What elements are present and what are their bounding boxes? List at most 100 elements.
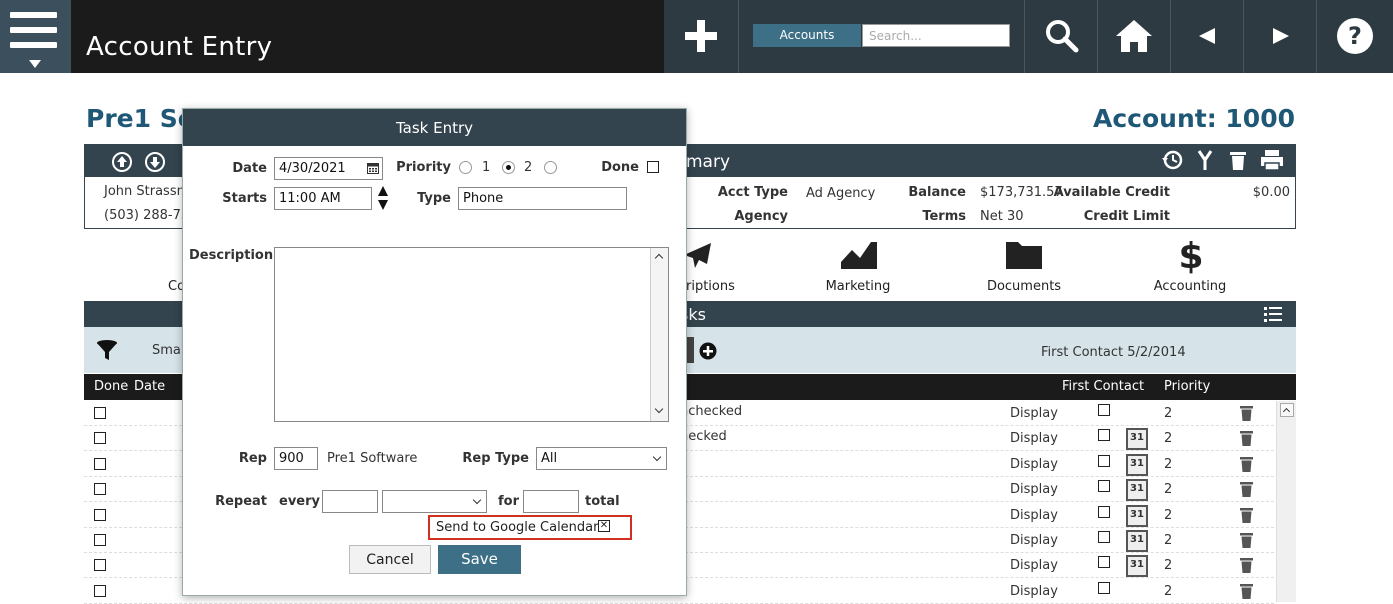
- trash-icon[interactable]: [1240, 532, 1253, 548]
- google-calendar-checkbox[interactable]: ✕: [598, 520, 610, 532]
- google-calendar-option[interactable]: Send to Google Calendar ✕: [428, 515, 632, 540]
- add-button[interactable]: [664, 0, 738, 73]
- first-contact-checkbox[interactable]: [1098, 404, 1110, 416]
- col-first-contact[interactable]: First Contact: [1062, 379, 1144, 394]
- repeat-total-input[interactable]: [523, 490, 579, 513]
- help-button[interactable]: ?: [1316, 0, 1393, 73]
- trash-icon[interactable]: [1240, 456, 1253, 472]
- task-display[interactable]: Display: [1010, 406, 1058, 421]
- time-stepper-icon[interactable]: [377, 185, 389, 211]
- type-input[interactable]: [458, 187, 627, 210]
- done-checkbox[interactable]: [94, 432, 106, 445]
- dialog-title: Task Entry: [183, 109, 686, 146]
- task-display[interactable]: Display: [1010, 558, 1058, 573]
- task-list-scrollbar[interactable]: [1276, 401, 1296, 602]
- priority-radio-2[interactable]: [502, 161, 515, 174]
- chevron-down-icon: [652, 452, 662, 462]
- arrow-up-circle-icon[interactable]: [112, 152, 132, 172]
- trash-icon[interactable]: [1229, 149, 1247, 171]
- date-input[interactable]: [274, 157, 366, 180]
- main-menu-button[interactable]: [0, 0, 71, 73]
- calendar-icon[interactable]: 31: [1126, 428, 1148, 451]
- trash-icon[interactable]: [1240, 405, 1253, 421]
- accounts-filter-button[interactable]: Accounts: [753, 24, 861, 47]
- trash-icon[interactable]: [1240, 557, 1253, 574]
- col-date[interactable]: Date: [134, 379, 165, 394]
- task-display[interactable]: Display: [1010, 457, 1058, 472]
- plus-icon: [685, 20, 717, 52]
- paper-plane-icon[interactable]: [683, 242, 713, 270]
- done-checkbox[interactable]: [94, 483, 106, 496]
- done-checkbox[interactable]: [94, 559, 106, 572]
- first-contact-checkbox[interactable]: [1098, 480, 1110, 493]
- cancel-button[interactable]: Cancel: [349, 545, 431, 574]
- print-icon[interactable]: [1260, 149, 1284, 171]
- task-display[interactable]: Display: [1010, 431, 1058, 446]
- trash-icon[interactable]: [1240, 481, 1253, 498]
- available-credit-value: $0.00: [1252, 185, 1290, 200]
- merge-icon[interactable]: [1196, 149, 1214, 171]
- priority-radio-3[interactable]: [544, 161, 557, 174]
- trash-icon[interactable]: [1240, 430, 1253, 447]
- folder-icon[interactable]: [1005, 238, 1043, 270]
- history-icon[interactable]: [1161, 149, 1183, 171]
- rep-input[interactable]: [274, 447, 318, 470]
- list-icon[interactable]: [1264, 306, 1282, 322]
- description-textarea[interactable]: [274, 247, 669, 422]
- calendar-icon[interactable]: 31: [1126, 453, 1148, 476]
- done-checkbox[interactable]: [647, 161, 659, 173]
- calendar-icon[interactable]: 31: [1126, 555, 1148, 578]
- done-checkbox[interactable]: [94, 407, 106, 419]
- rep-type-select[interactable]: All: [536, 447, 667, 470]
- task-display[interactable]: Display: [1010, 584, 1058, 599]
- done-checkbox[interactable]: [94, 457, 106, 470]
- scroll-up-button[interactable]: [1280, 403, 1294, 417]
- nav-accounting-label[interactable]: Accounting: [1150, 279, 1230, 294]
- chart-icon[interactable]: [840, 238, 878, 270]
- starts-time-input[interactable]: [274, 187, 372, 210]
- nav-subscriptions-label[interactable]: riptions: [686, 279, 746, 294]
- done-checkbox[interactable]: [94, 534, 106, 546]
- top-bar: Account Entry ? Accounts Search...: [0, 0, 1393, 73]
- search-button[interactable]: [1024, 0, 1097, 73]
- repeat-unit-select[interactable]: [382, 490, 487, 513]
- trash-icon[interactable]: [1240, 507, 1253, 523]
- first-contact-checkbox[interactable]: [1098, 429, 1110, 442]
- chevron-down-icon: [29, 60, 41, 68]
- filter-icon[interactable]: [96, 339, 118, 361]
- arrow-down-circle-icon[interactable]: [145, 152, 165, 172]
- done-checkbox[interactable]: [94, 584, 106, 597]
- first-contact-checkbox[interactable]: [1098, 556, 1110, 569]
- task-display[interactable]: Display: [1010, 533, 1058, 548]
- col-priority[interactable]: Priority: [1164, 379, 1210, 394]
- calendar-picker-button[interactable]: [365, 157, 383, 180]
- first-contact-checkbox[interactable]: [1098, 581, 1110, 594]
- nav-documents-label[interactable]: Documents: [984, 279, 1064, 294]
- rep-name: Pre1 Software: [327, 451, 418, 466]
- home-button[interactable]: [1097, 0, 1170, 73]
- priority-radio-1[interactable]: [459, 161, 472, 174]
- repeat-every-input[interactable]: [322, 490, 378, 513]
- first-contact-checkbox[interactable]: [1098, 454, 1110, 467]
- forward-button[interactable]: [1243, 0, 1316, 73]
- calendar-icon[interactable]: 31: [1126, 504, 1148, 527]
- calendar-icon[interactable]: 31: [1126, 530, 1148, 552]
- calendar-icon[interactable]: 31: [1126, 479, 1148, 502]
- trash-icon[interactable]: [1240, 583, 1253, 599]
- agency-label: Agency: [734, 209, 788, 224]
- first-contact-checkbox[interactable]: [1098, 531, 1110, 543]
- col-done[interactable]: Done: [94, 379, 128, 394]
- priority-1-label: 1: [482, 160, 491, 175]
- acct-type-label: Acct Type: [717, 185, 788, 200]
- task-display[interactable]: Display: [1010, 508, 1058, 523]
- dollar-icon[interactable]: $: [1178, 236, 1204, 274]
- save-button[interactable]: Save: [438, 545, 521, 574]
- task-display[interactable]: Display: [1010, 482, 1058, 497]
- first-contact-checkbox[interactable]: [1098, 505, 1110, 518]
- search-input[interactable]: [862, 24, 1010, 47]
- add-circle-icon[interactable]: [699, 342, 717, 360]
- nav-marketing-label[interactable]: Marketing: [818, 279, 898, 294]
- done-checkbox[interactable]: [94, 508, 106, 521]
- description-scrollbar[interactable]: [650, 248, 668, 421]
- back-button[interactable]: [1170, 0, 1243, 73]
